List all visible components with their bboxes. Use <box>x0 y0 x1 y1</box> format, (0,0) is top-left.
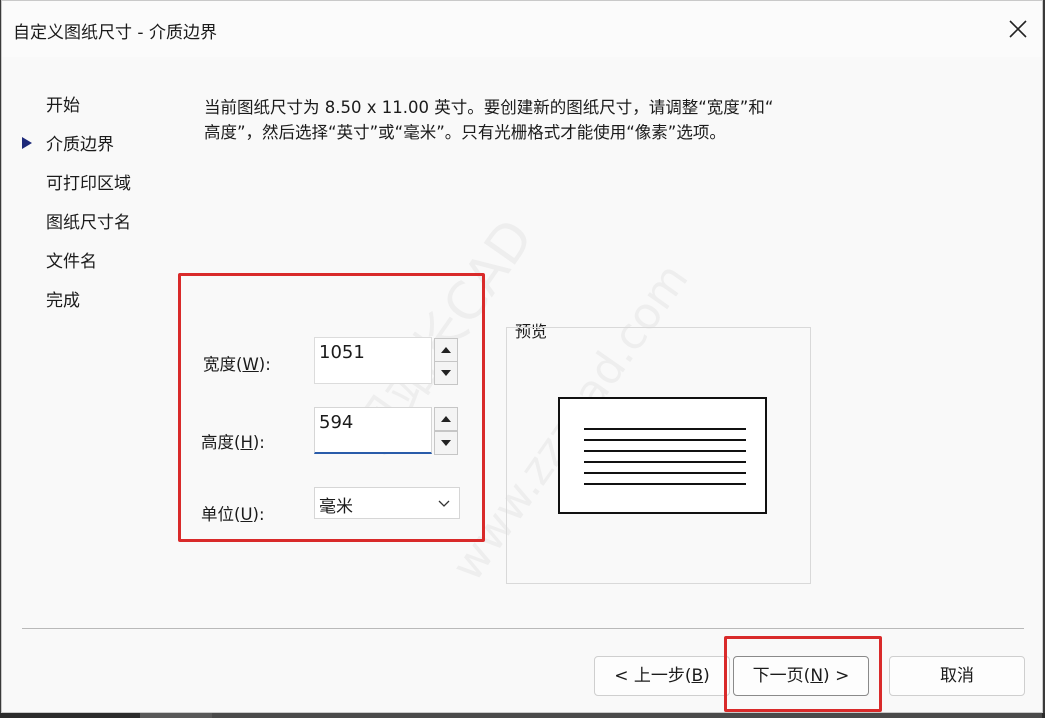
back-button[interactable]: < 上一步(B) <box>594 656 730 696</box>
title-bar: 自定义图纸尺寸 - 介质边界 <box>2 1 1042 57</box>
custom-paper-size-dialog: 自定义图纸尺寸 - 介质边界 开始 介质边界 可打印区域 图纸尺寸名 文件名 完… <box>1 0 1043 713</box>
highlight-frame-fields <box>178 273 485 542</box>
preview-line <box>584 428 746 430</box>
cancel-button[interactable]: 取消 <box>889 656 1025 696</box>
step-media-bounds: 介质边界 <box>46 135 114 155</box>
preview-line <box>584 439 746 441</box>
preview-line <box>584 450 746 452</box>
dialog-title: 自定义图纸尺寸 - 介质边界 <box>13 23 217 43</box>
step-printable-area: 可打印区域 <box>46 174 131 194</box>
step-finish: 完成 <box>46 291 80 311</box>
preview-paper <box>558 397 767 514</box>
taskbar-strip <box>0 713 1045 718</box>
step-file-name: 文件名 <box>46 252 97 272</box>
close-button[interactable] <box>994 1 1042 57</box>
current-step-arrow-icon <box>22 137 32 149</box>
instructions-line-1: 当前图纸尺寸为 8.50 x 11.00 英寸。要创建新的图纸尺寸，请调整“宽度… <box>204 98 774 117</box>
preview-line <box>584 472 746 474</box>
preview-line <box>584 483 746 485</box>
highlight-frame-next <box>724 636 882 712</box>
footer-divider <box>22 628 1024 629</box>
step-start: 开始 <box>46 96 80 116</box>
preview-line <box>584 461 746 463</box>
instructions-line-2: 高度”，然后选择“英寸”或“毫米”。只有光栅格式才能使用“像素”选项。 <box>204 123 726 142</box>
close-icon <box>1009 20 1027 38</box>
step-paper-size-name: 图纸尺寸名 <box>46 213 131 233</box>
instructions-text: 当前图纸尺寸为 8.50 x 11.00 英寸。要创建新的图纸尺寸，请调整“宽度… <box>204 95 824 145</box>
